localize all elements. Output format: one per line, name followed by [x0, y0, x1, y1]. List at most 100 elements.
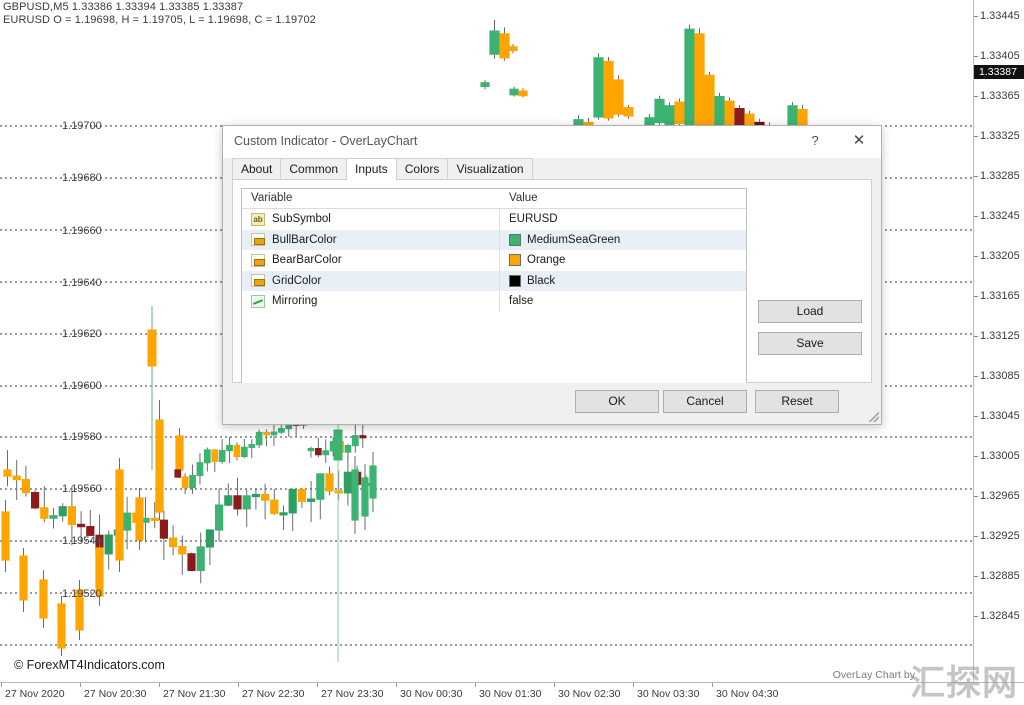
quote-line-main: GBPUSD,M5 1.33386 1.33394 1.33385 1.3338…: [3, 1, 316, 14]
parameter-value-cell[interactable]: Black: [500, 271, 746, 292]
time-tick-label: 30 Nov 01:30: [479, 688, 541, 700]
parameter-value-text: MediumSeaGreen: [527, 234, 620, 246]
current-price-label: 1.33387: [974, 65, 1024, 79]
save-button[interactable]: Save: [758, 332, 862, 355]
time-scale-axis[interactable]: 27 Nov 202027 Nov 20:3027 Nov 21:3027 No…: [0, 682, 1024, 705]
parameter-value-cell[interactable]: false: [500, 291, 746, 312]
overlay-price-label: 1.19540: [62, 535, 102, 547]
parameter-label: BullBarColor: [272, 234, 337, 246]
overlay-price-label: 1.19580: [62, 431, 102, 443]
price-tick-label: 1.33205: [974, 250, 1024, 262]
price-tick-label: 1.32965: [974, 490, 1024, 502]
parameter-value-cell[interactable]: Orange: [500, 250, 746, 271]
dialog-tabs[interactable]: AboutCommonInputsColorsVisualization: [232, 158, 872, 180]
parameter-value-text: Orange: [527, 254, 565, 266]
quote-line-overlay: EURUSD O = 1.19698, H = 1.19705, L = 1.1…: [3, 14, 316, 27]
dialog-title: Custom Indicator - OverLayChart: [234, 134, 417, 148]
tab-about[interactable]: About: [232, 158, 281, 179]
time-tick-label: 30 Nov 04:30: [716, 688, 778, 700]
color-swatch: [509, 275, 521, 287]
price-tick-label: 1.33285: [974, 170, 1024, 182]
dialog-footer: OK Cancel Reset: [223, 383, 881, 424]
price-tick-label: 1.33125: [974, 330, 1024, 342]
grid-body: ab SubSymbol EURUSD BullBarColor MediumSeaGr…: [242, 209, 746, 312]
price-tick-label: 1.33445: [974, 10, 1024, 22]
column-header-value: Value: [500, 189, 746, 208]
time-tick-label: 30 Nov 00:30: [400, 688, 462, 700]
parameter-row[interactable]: GridColor Black: [242, 271, 746, 292]
parameter-row[interactable]: BullBarColor MediumSeaGreen: [242, 230, 746, 251]
parameter-label: SubSymbol: [272, 213, 331, 225]
grid-header-row: Variable Value: [242, 189, 746, 209]
time-tick-label: 27 Nov 21:30: [163, 688, 225, 700]
tab-visualization[interactable]: Visualization: [447, 158, 532, 179]
price-tick-label: 1.33365: [974, 90, 1024, 102]
overlay-price-label: 1.19660: [62, 225, 102, 237]
column-header-variable: Variable: [242, 189, 500, 208]
dialog-titlebar[interactable]: Custom Indicator - OverLayChart ? ✕: [223, 126, 881, 158]
reset-button[interactable]: Reset: [755, 390, 839, 413]
overlay-price-label: 1.19680: [62, 172, 102, 184]
load-button[interactable]: Load: [758, 300, 862, 323]
price-tick-label: 1.33005: [974, 450, 1024, 462]
price-tick-label: 1.33165: [974, 290, 1024, 302]
price-tick-label: 1.32845: [974, 610, 1024, 622]
color-swatch: [509, 234, 521, 246]
time-tick-label: 30 Nov 02:30: [558, 688, 620, 700]
price-tick-label: 1.32885: [974, 570, 1024, 582]
ok-button[interactable]: OK: [575, 390, 659, 413]
string-icon: ab: [251, 213, 265, 226]
overlay-price-label: 1.19700: [62, 120, 102, 132]
time-tick-label: 30 Nov 03:30: [637, 688, 699, 700]
parameter-value-text: Black: [527, 275, 555, 287]
price-tick-label: 1.33085: [974, 370, 1024, 382]
parameter-value-cell[interactable]: EURUSD: [500, 209, 746, 230]
parameter-name-cell: BullBarColor: [242, 230, 500, 251]
mt4-terminal-window: GBPUSD,M5 1.33386 1.33394 1.33385 1.3338…: [0, 0, 1024, 705]
cancel-button[interactable]: Cancel: [663, 390, 747, 413]
parameter-row[interactable]: ab SubSymbol EURUSD: [242, 209, 746, 230]
overlay-price-label: 1.19520: [62, 588, 102, 600]
parameter-value-text: false: [509, 295, 533, 307]
parameter-value-text: EURUSD: [509, 213, 558, 225]
copyright-watermark: © ForexMT4Indicators.com: [14, 658, 165, 672]
price-tick-label: 1.33405: [974, 50, 1024, 62]
overlay-credit-text: OverLay Chart by: [833, 669, 915, 681]
site-watermark: 汇探网: [910, 655, 1018, 705]
custom-indicator-dialog[interactable]: Custom Indicator - OverLayChart ? ✕ Abou…: [222, 125, 882, 425]
overlay-price-label: 1.19640: [62, 277, 102, 289]
time-tick-label: 27 Nov 22:30: [242, 688, 304, 700]
overlay-price-label: 1.19560: [62, 483, 102, 495]
tab-inputs[interactable]: Inputs: [346, 158, 397, 180]
help-icon[interactable]: ?: [795, 126, 835, 156]
tab-colors[interactable]: Colors: [396, 158, 449, 179]
parameter-label: BearBarColor: [272, 254, 342, 266]
parameter-name-cell: Mirroring: [242, 291, 500, 312]
price-tick-label: 1.33045: [974, 410, 1024, 422]
close-icon[interactable]: ✕: [839, 126, 879, 156]
color-icon: [251, 274, 265, 287]
parameter-name-cell: GridColor: [242, 271, 500, 292]
overlay-price-label: 1.19620: [62, 328, 102, 340]
parameter-label: Mirroring: [272, 295, 317, 307]
price-tick-label: 1.33325: [974, 130, 1024, 142]
parameters-grid[interactable]: Variable Value ab SubSymbol EURUSD BullBarC…: [241, 188, 747, 385]
price-tick-label: 1.33245: [974, 210, 1024, 222]
price-tick-label: 1.32925: [974, 530, 1024, 542]
quote-header: GBPUSD,M5 1.33386 1.33394 1.33385 1.3338…: [3, 1, 316, 27]
color-swatch: [509, 254, 521, 266]
price-scale-axis[interactable]: 1.33445 1.33405 1.33365 1.33325 1.33285 1.332…: [974, 0, 1024, 682]
parameter-value-cell[interactable]: MediumSeaGreen: [500, 230, 746, 251]
parameter-row[interactable]: Mirroring false: [242, 291, 746, 312]
time-tick-label: 27 Nov 23:30: [321, 688, 383, 700]
time-tick-label: 27 Nov 20:30: [84, 688, 146, 700]
resize-grip[interactable]: [869, 412, 879, 422]
parameter-label: GridColor: [272, 275, 321, 287]
parameter-name-cell: BearBarColor: [242, 250, 500, 271]
parameter-row[interactable]: BearBarColor Orange: [242, 250, 746, 271]
color-icon: [251, 254, 265, 267]
tab-common[interactable]: Common: [280, 158, 347, 179]
color-icon: [251, 233, 265, 246]
bool-icon: [251, 295, 265, 308]
inputs-panel: Variable Value ab SubSymbol EURUSD BullBarC…: [232, 180, 872, 383]
